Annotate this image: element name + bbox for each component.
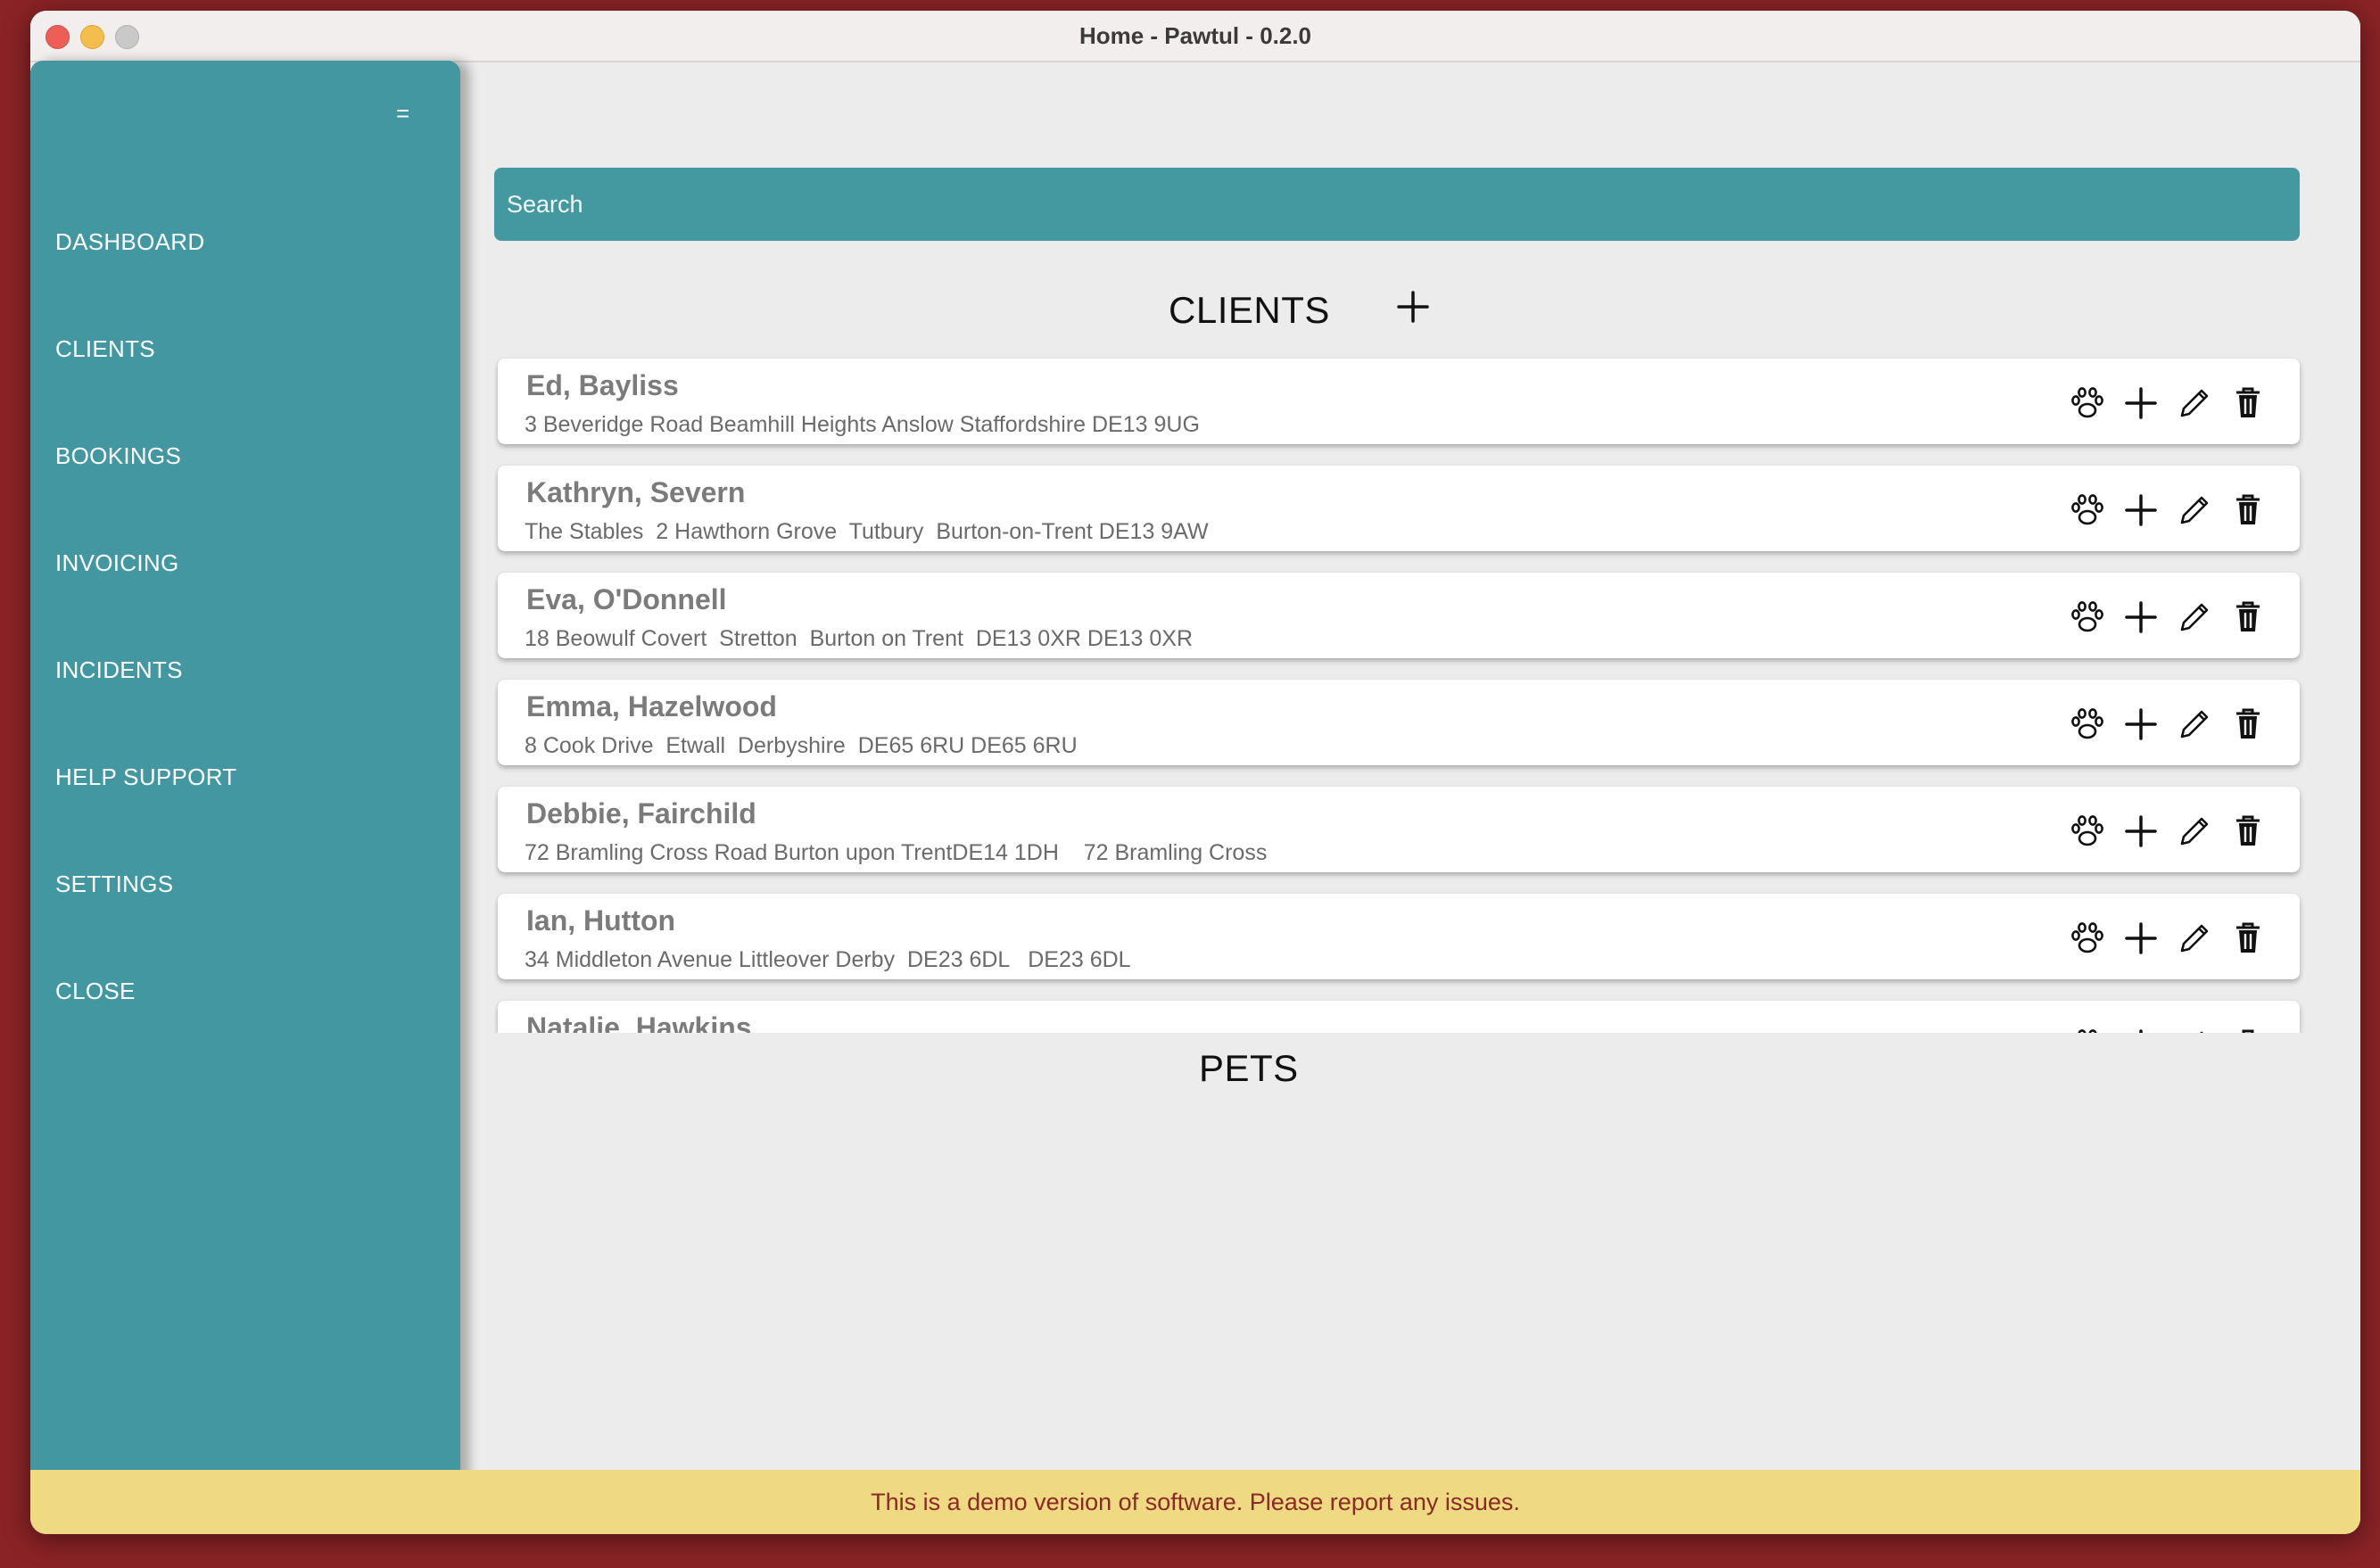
search-input[interactable]: [494, 168, 2300, 241]
client-card[interactable]: Natalie, Hawkins: [498, 1001, 2300, 1033]
paw-icon: [2068, 815, 2107, 854]
trash-icon: [2228, 922, 2268, 961]
pets-button[interactable]: [2068, 491, 2107, 530]
clients-heading: CLIENTS: [1169, 289, 1330, 331]
pets-button[interactable]: [2068, 598, 2107, 637]
plus-icon: [2121, 494, 2161, 533]
edit-client-button[interactable]: [2175, 919, 2214, 958]
pets-button[interactable]: [2068, 705, 2107, 744]
client-address: 3 Beveridge Road Beamhill Heights Anslow…: [525, 412, 1200, 437]
edit-client-button[interactable]: [2175, 812, 2214, 851]
pets-button[interactable]: [2068, 1026, 2107, 1033]
client-actions: [2068, 598, 2273, 637]
delete-client-button[interactable]: [2228, 1026, 2268, 1033]
add-pet-button[interactable]: [2121, 705, 2161, 744]
client-name: Ed, Bayliss: [526, 369, 679, 401]
client-actions: [2068, 705, 2273, 744]
client-card[interactable]: Debbie, Fairchild 72 Bramling Cross Road …: [498, 787, 2300, 872]
pencil-icon: [2175, 496, 2214, 533]
sidebar-item-close[interactable]: CLOSE: [55, 978, 136, 1005]
delete-client-button[interactable]: [2228, 705, 2268, 744]
paw-icon: [2068, 922, 2107, 961]
paw-icon: [2068, 601, 2107, 640]
client-address: 18 Beowulf Covert Stretton Burton on Tre…: [525, 626, 1193, 651]
paw-icon: [2068, 494, 2107, 533]
sidebar-item-clients[interactable]: CLIENTS: [55, 335, 155, 363]
pets-button[interactable]: [2068, 384, 2107, 423]
client-card[interactable]: Emma, Hazelwood 8 Cook Drive Etwall Derby…: [498, 680, 2300, 765]
plus-icon: [2121, 815, 2161, 854]
pencil-icon: [2175, 710, 2214, 747]
pencil-icon: [2175, 817, 2214, 854]
edit-client-button[interactable]: [2175, 384, 2214, 423]
pencil-icon: [2175, 389, 2214, 426]
demo-banner: This is a demo version of software. Plea…: [30, 1470, 2360, 1534]
plus-icon: [2121, 708, 2161, 747]
client-name: Ian, Hutton: [526, 904, 676, 937]
trash-icon: [2228, 708, 2268, 747]
window-title: Home - Pawtul - 0.2.0: [1078, 22, 1312, 49]
edit-client-button[interactable]: [2175, 598, 2214, 637]
client-address: 34 Middleton Avenue Littleover Derby DE2…: [525, 947, 1131, 972]
client-name: Debbie, Fairchild: [526, 797, 756, 829]
paw-icon: [2068, 708, 2107, 747]
pencil-icon: [2175, 924, 2214, 961]
client-card[interactable]: Ian, Hutton 34 Middleton Avenue Littleove…: [498, 894, 2300, 979]
plus-icon: [2121, 922, 2161, 961]
delete-client-button[interactable]: [2228, 812, 2268, 851]
client-card[interactable]: Kathryn, Severn The Stables 2 Hawthorn Gr…: [498, 466, 2300, 551]
client-address: The Stables 2 Hawthorn Grove Tutbury Bur…: [525, 519, 1209, 544]
client-actions: [2068, 812, 2273, 851]
delete-client-button[interactable]: [2228, 919, 2268, 958]
delete-client-button[interactable]: [2228, 384, 2268, 423]
edit-client-button[interactable]: [2175, 705, 2214, 744]
client-address: 72 Bramling Cross Road Burton upon Trent…: [525, 840, 1268, 865]
client-actions: [2068, 919, 2273, 958]
client-name: Emma, Hazelwood: [526, 690, 777, 722]
add-pet-button[interactable]: [2121, 1026, 2161, 1033]
client-actions: [2068, 384, 2273, 423]
trash-icon: [2228, 387, 2268, 426]
pets-heading: PETS: [1199, 1047, 1299, 1089]
client-actions: [2068, 491, 2273, 530]
client-card[interactable]: Ed, Bayliss 3 Beveridge Road Beamhill Hei…: [498, 359, 2300, 444]
client-actions: [2068, 1026, 2273, 1033]
sidebar: = DASHBOARD CLIENTS BOOKINGS INVOICING I…: [30, 61, 460, 1482]
add-pet-button[interactable]: [2121, 491, 2161, 530]
edit-client-button[interactable]: [2175, 491, 2214, 530]
client-name: Natalie, Hawkins: [526, 1011, 752, 1033]
add-pet-button[interactable]: [2121, 598, 2161, 637]
sidebar-item-dashboard[interactable]: DASHBOARD: [55, 228, 204, 256]
plus-icon: [2121, 387, 2161, 426]
trash-icon: [2228, 815, 2268, 854]
add-client-button[interactable]: [1393, 287, 1433, 326]
plus-icon: [2121, 601, 2161, 640]
delete-client-button[interactable]: [2228, 598, 2268, 637]
sidebar-item-invoicing[interactable]: INVOICING: [55, 549, 179, 577]
pets-button[interactable]: [2068, 812, 2107, 851]
client-list: Ed, Bayliss 3 Beveridge Road Beamhill Hei…: [494, 346, 2305, 1033]
add-pet-button[interactable]: [2121, 812, 2161, 851]
client-address: 8 Cook Drive Etwall Derbyshire DE65 6RU …: [525, 733, 1078, 758]
pencil-icon: [2175, 603, 2214, 640]
sidebar-item-settings[interactable]: SETTINGS: [55, 871, 173, 898]
edit-client-button[interactable]: [2175, 1026, 2214, 1033]
menu-toggle-icon[interactable]: =: [396, 100, 409, 128]
title-bar: Home - Pawtul - 0.2.0: [30, 11, 2360, 62]
sidebar-item-bookings[interactable]: BOOKINGS: [55, 442, 181, 470]
add-pet-button[interactable]: [2121, 919, 2161, 958]
pets-button[interactable]: [2068, 919, 2107, 958]
delete-client-button[interactable]: [2228, 491, 2268, 530]
paw-icon: [2068, 387, 2107, 426]
client-name: Kathryn, Severn: [526, 476, 746, 508]
client-card[interactable]: Eva, O'Donnell 18 Beowulf Covert Stretton…: [498, 573, 2300, 658]
trash-icon: [2228, 494, 2268, 533]
sidebar-item-help-support[interactable]: HELP SUPPORT: [55, 763, 237, 791]
add-pet-button[interactable]: [2121, 384, 2161, 423]
trash-icon: [2228, 601, 2268, 640]
sidebar-item-incidents[interactable]: INCIDENTS: [55, 656, 183, 684]
app-window: Home - Pawtul - 0.2.0 = DASHBOARD CLIENT…: [30, 11, 2360, 1534]
search-bar: [494, 168, 2300, 241]
client-name: Eva, O'Donnell: [526, 583, 727, 615]
